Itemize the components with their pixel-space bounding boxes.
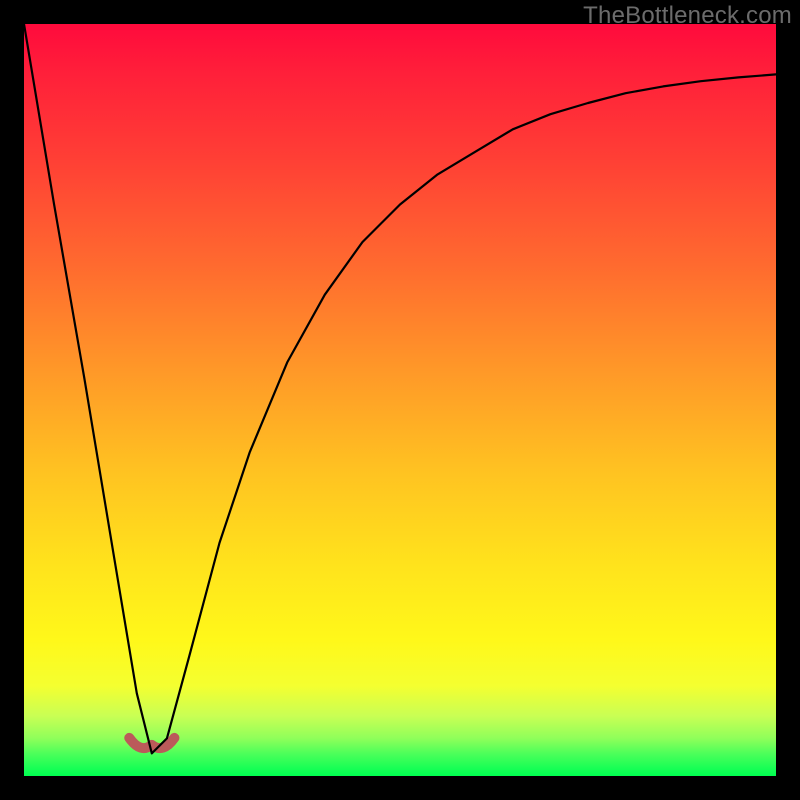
chart-frame: TheBottleneck.com [0,0,800,800]
bottleneck-curve [24,24,776,776]
plot-area [24,24,776,776]
watermark-text: TheBottleneck.com [583,2,792,30]
bottleneck-curve-path [24,24,776,753]
